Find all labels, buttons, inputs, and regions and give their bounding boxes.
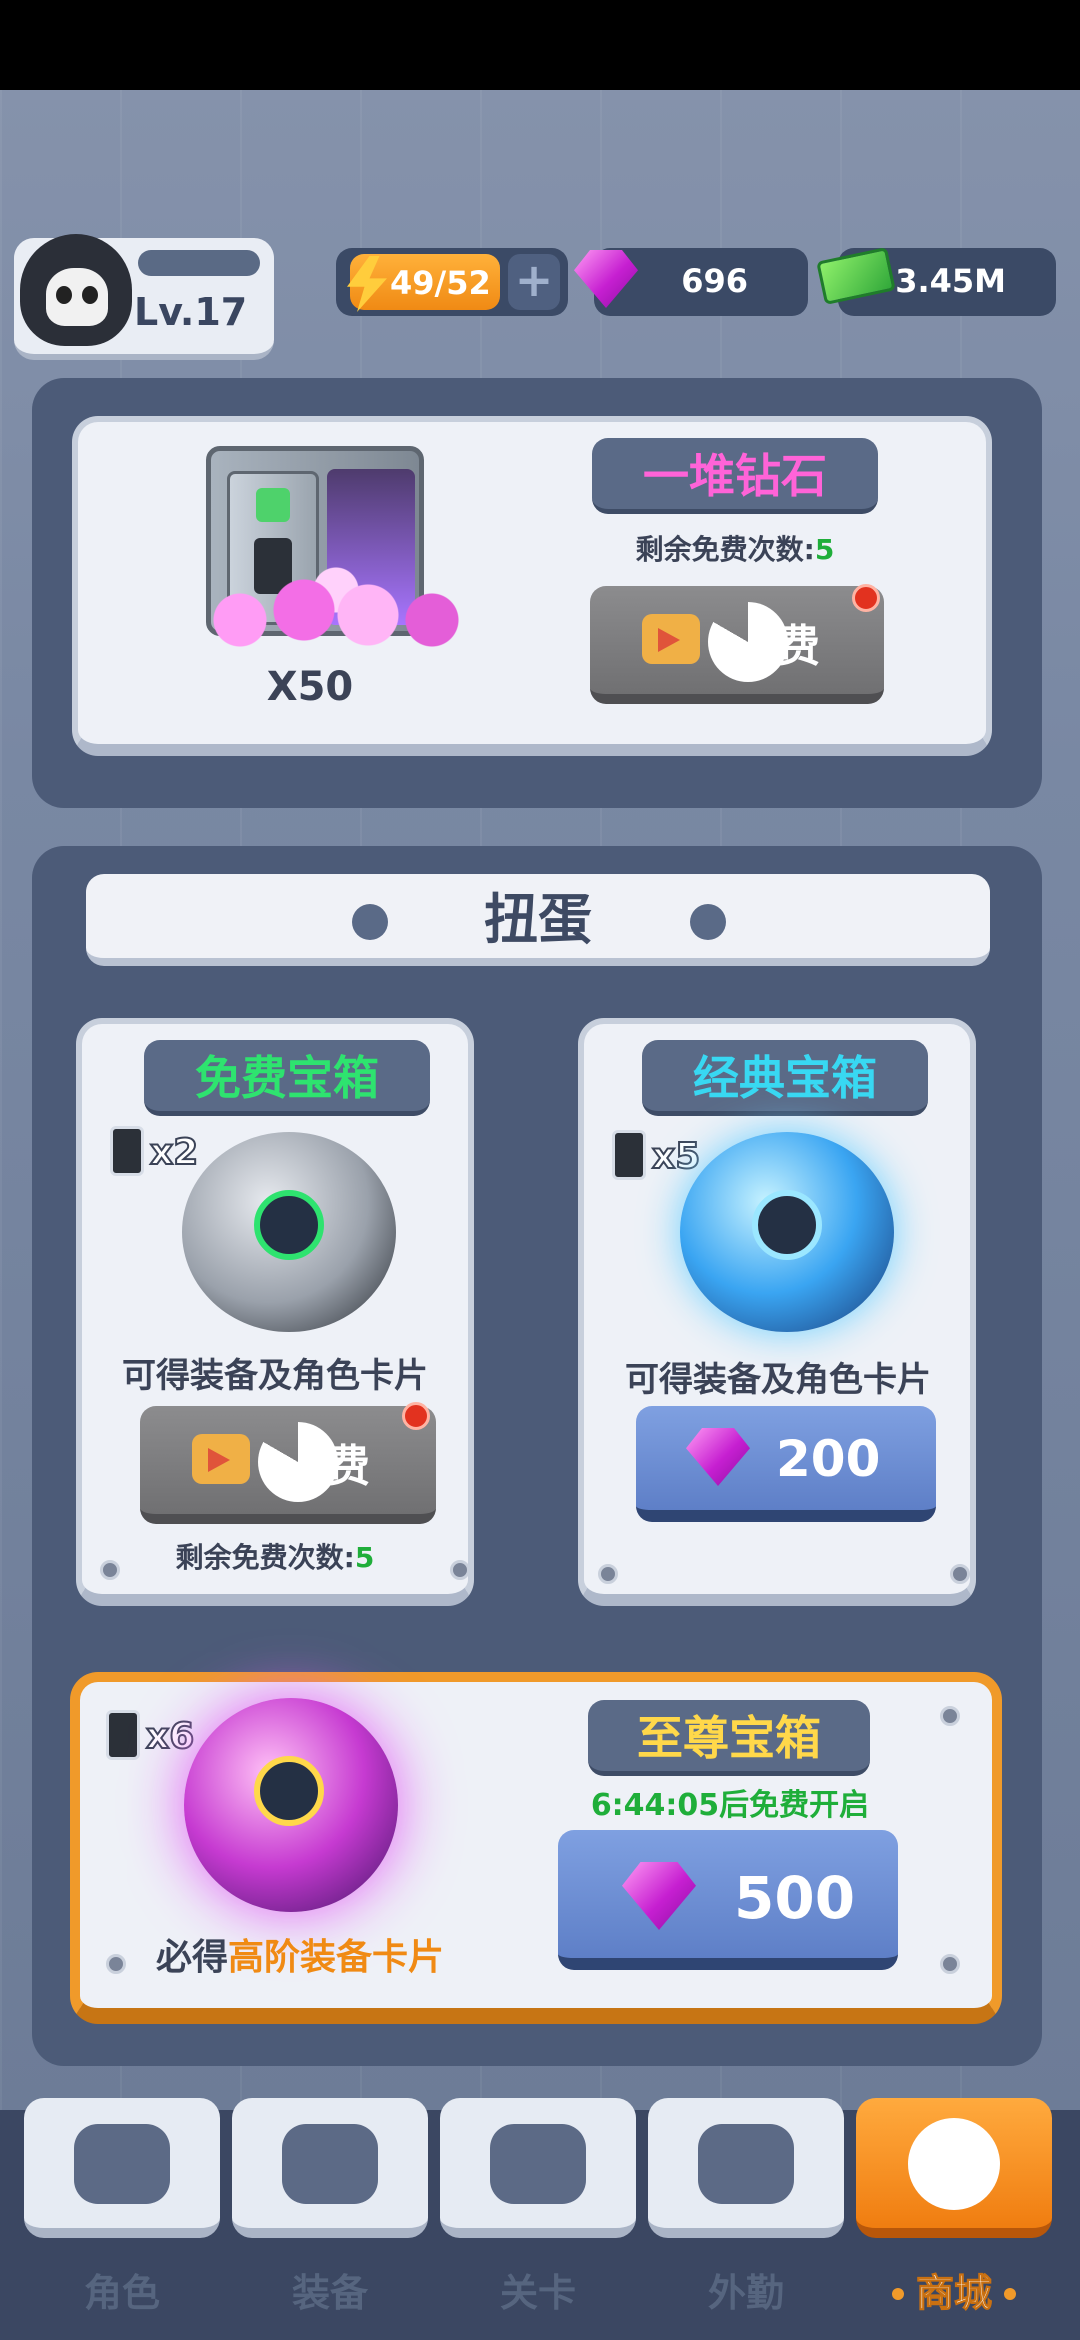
supreme-box-description: 必得高阶装备卡片 [155, 1937, 445, 1978]
nav-tab-role[interactable] [24, 2098, 220, 2244]
watch-ad-diamond-button[interactable]: 费 [590, 586, 884, 704]
free-box-title: 免费宝箱 [144, 1040, 430, 1116]
watch-ad-free-box-button[interactable]: 费 [140, 1406, 436, 1524]
diamond-remaining-free: 剩余免费次数:5 [635, 533, 835, 566]
video-camera-icon [192, 1434, 250, 1484]
classic-box-description: 可得装备及角色卡片 [625, 1360, 931, 1400]
bolt-icon [352, 904, 388, 940]
rivet [106, 1954, 126, 1974]
nav-tab-shop[interactable] [856, 2098, 1052, 2244]
diamond-amount: X50 [266, 664, 354, 710]
cash-counter[interactable]: 3.45M [816, 246, 1056, 316]
rivet [598, 1564, 618, 1584]
gem-pile-icon [176, 560, 496, 660]
lightning-icon [347, 256, 387, 312]
rivet [450, 1560, 470, 1580]
nav-label-equipment: 装备 [291, 2271, 368, 2315]
gem-value: 696 [681, 262, 748, 300]
supreme-box-title: 至尊宝箱 [588, 1700, 870, 1776]
notification-dot [852, 584, 880, 612]
map-pin-icon [490, 2124, 586, 2204]
classic-box-title: 经典宝箱 [642, 1040, 928, 1116]
diamond-offer-title: 一堆钻石 [592, 438, 878, 514]
supreme-box-card-count: x6 [106, 1710, 195, 1760]
buy-supreme-box-button[interactable]: 500 [558, 1830, 898, 1970]
avatar [20, 234, 132, 346]
card-icon [106, 1710, 140, 1760]
free-box-description: 可得装备及角色卡片 [122, 1356, 428, 1396]
rivet [940, 1954, 960, 1974]
rivet [100, 1560, 120, 1580]
energy-pill: 49/52 [347, 254, 500, 312]
nav-label-stage: 关卡 [499, 2271, 576, 2315]
gem-icon [686, 1428, 750, 1486]
free-box-card-count: x2 [110, 1126, 199, 1176]
gem-counter[interactable]: 696 [574, 248, 808, 316]
nav-label-role: 角色 [83, 2271, 160, 2315]
nav-tab-equipment[interactable] [232, 2098, 428, 2244]
player-name-bar [138, 250, 260, 276]
rivet [940, 1706, 960, 1726]
gacha-header: 扭蛋 [86, 874, 990, 966]
nav-tab-field[interactable] [648, 2098, 844, 2244]
van-icon [698, 2124, 794, 2204]
card-icon [612, 1130, 646, 1180]
free-box-capsule[interactable] [182, 1132, 396, 1332]
supreme-box-capsule[interactable] [184, 1698, 398, 1912]
skull-icon [74, 2124, 170, 2204]
gun-icon [282, 2124, 378, 2204]
nav-label-shop: 商城 [856, 2262, 1052, 2317]
nav-tab-stage[interactable] [440, 2098, 636, 2244]
video-camera-icon [642, 614, 700, 664]
nav-label-field: 外勤 [707, 2271, 784, 2315]
classic-box-capsule[interactable] [680, 1132, 894, 1332]
notification-dot [402, 1402, 430, 1430]
buy-classic-box-button[interactable]: 200 [636, 1406, 936, 1522]
cash-value: 3.45M [895, 262, 1006, 300]
add-energy-button[interactable]: + [508, 254, 560, 310]
player-profile[interactable]: Lv.17 [14, 234, 274, 360]
gem-icon [622, 1862, 696, 1930]
free-box-remaining: 剩余免费次数:5 [175, 1541, 375, 1574]
shop-icon [908, 2118, 1000, 2210]
status-bar [0, 0, 1080, 90]
classic-box-card-count: x5 [612, 1130, 701, 1180]
rivet [950, 1564, 970, 1584]
card-icon [110, 1126, 144, 1176]
energy-value: 49/52 [390, 264, 491, 302]
bolt-icon [690, 904, 726, 940]
skull-icon [46, 268, 108, 326]
player-level: Lv.17 [134, 290, 248, 334]
supreme-box-timer: 6:44:05后免费开启 [590, 1788, 870, 1823]
energy-counter: 49/52 + [336, 248, 568, 316]
